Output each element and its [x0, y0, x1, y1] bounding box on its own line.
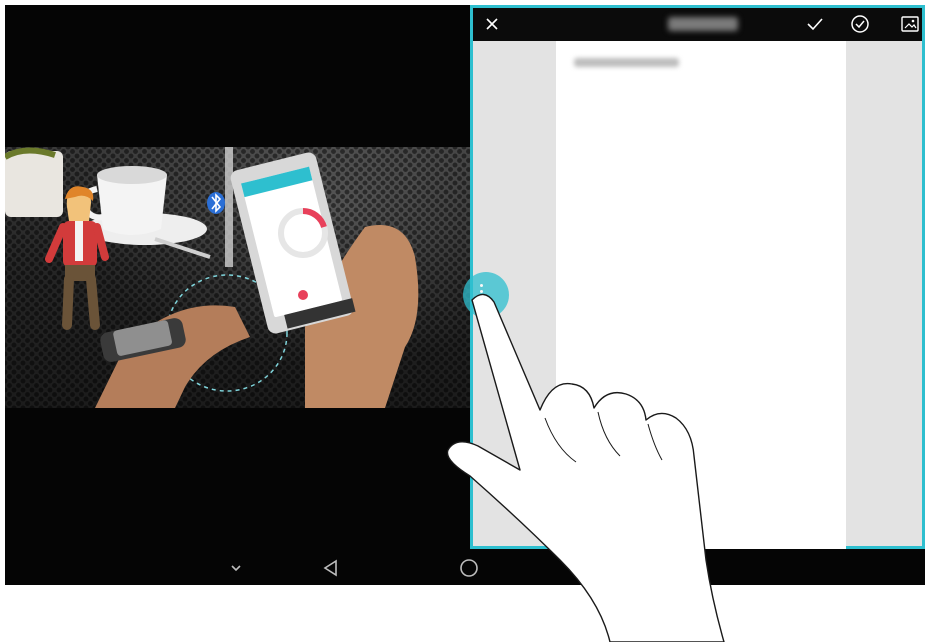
- handle-dot: [480, 284, 483, 287]
- document-page[interactable]: ••••••••••••••••••: [556, 41, 846, 549]
- document-text-line: ••••••••••••••••••: [574, 58, 679, 67]
- confirm-button[interactable]: [803, 12, 827, 36]
- smartphone: [230, 152, 356, 334]
- video-scene: [5, 147, 419, 408]
- chevron-down-icon: [231, 565, 241, 572]
- handle-dot: [480, 296, 483, 299]
- checkmark-icon: [807, 18, 823, 31]
- floating-window-toolbar: ••••••••: [473, 8, 922, 41]
- handle-dot: [480, 290, 483, 293]
- video-player[interactable]: [5, 147, 471, 408]
- document-title: ••••••••: [668, 17, 738, 31]
- floating-window[interactable]: •••••••• ••••••••••••••••••: [470, 5, 925, 549]
- home-button[interactable]: [456, 555, 482, 581]
- image-button[interactable]: [898, 12, 922, 36]
- image-icon: [901, 16, 919, 32]
- plant-pot: [5, 151, 63, 217]
- hide-navbar-button[interactable]: [223, 555, 249, 581]
- home-circle-icon: [460, 559, 478, 577]
- back-button[interactable]: [318, 555, 344, 581]
- close-button[interactable]: [480, 12, 504, 36]
- floating-window-drag-handle[interactable]: [463, 272, 509, 318]
- close-icon: [486, 18, 498, 30]
- bluetooth-icon: [207, 192, 225, 214]
- check-circle-button[interactable]: [848, 12, 872, 36]
- check-circle-icon: [851, 15, 869, 33]
- back-triangle-icon: [323, 559, 337, 577]
